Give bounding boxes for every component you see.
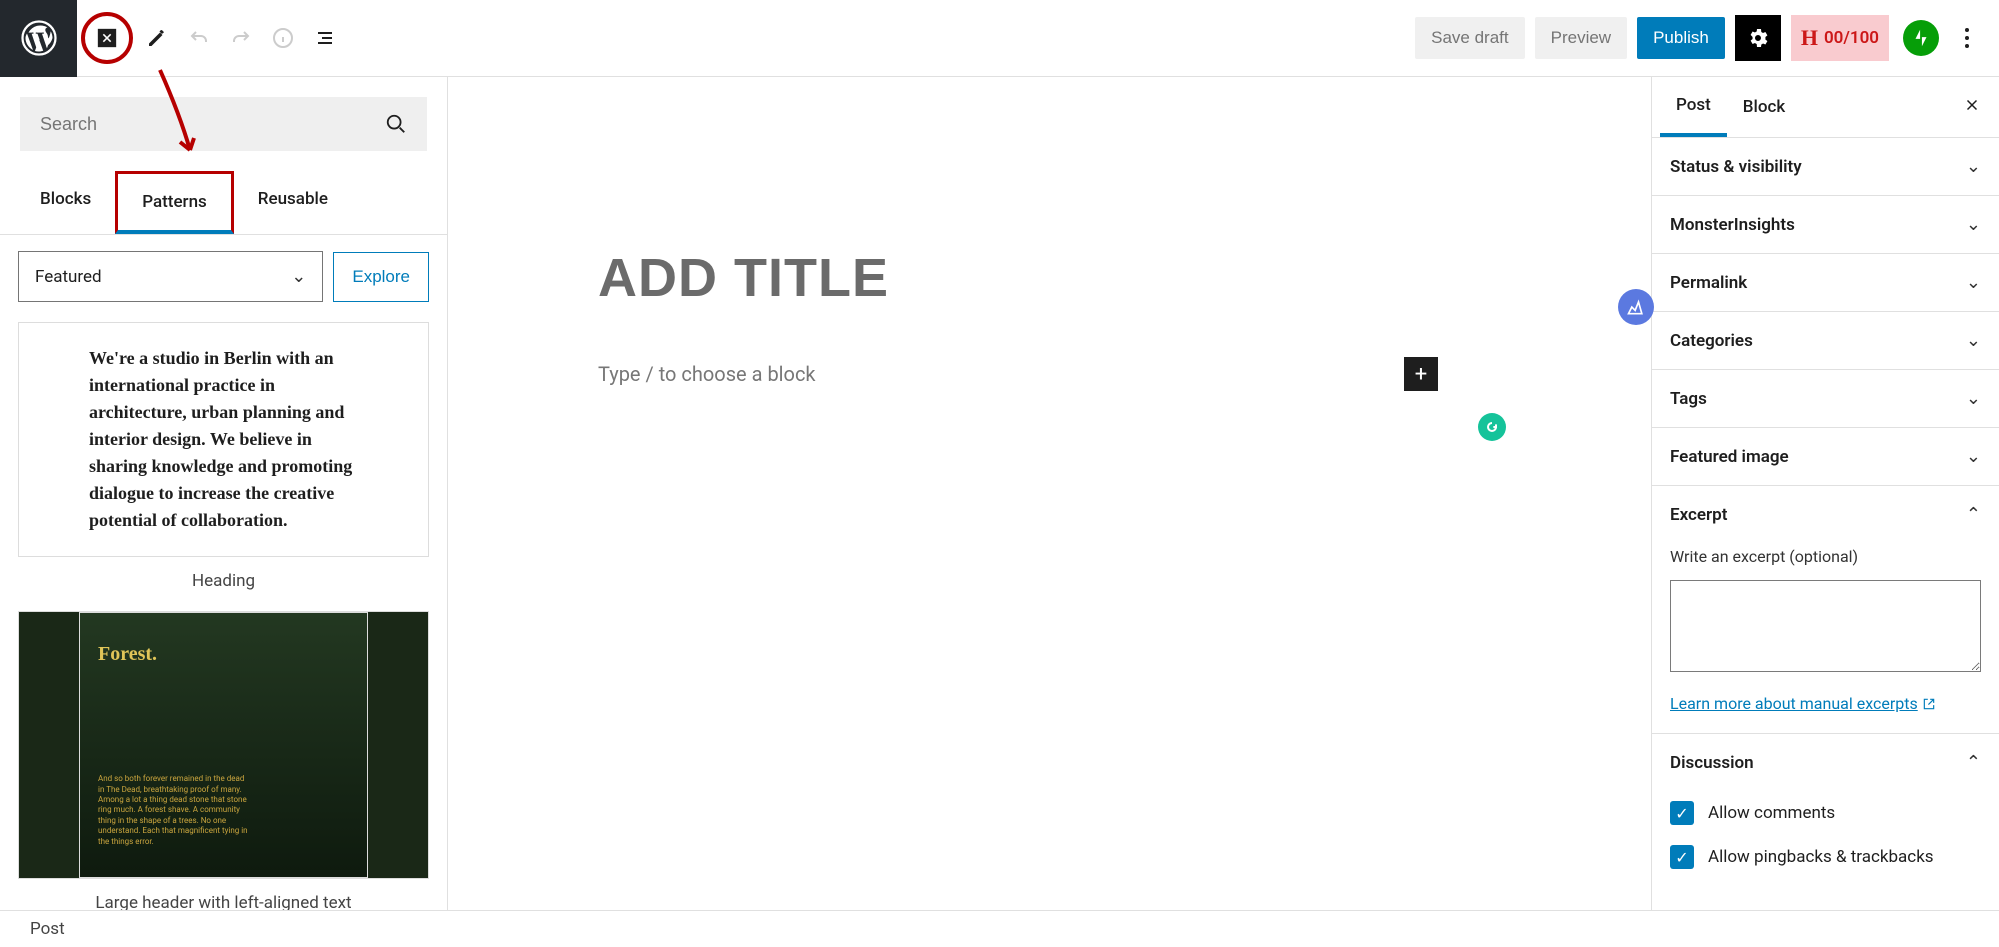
edit-icon[interactable] xyxy=(137,18,177,58)
close-inserter-button[interactable] xyxy=(87,18,127,58)
pattern-preview-title: Forest. xyxy=(98,643,349,666)
pattern-item[interactable]: We're a studio in Berlin with an interna… xyxy=(18,322,429,601)
pattern-preview-sub: And so both forever remained in the dead… xyxy=(98,774,248,847)
learn-excerpts-link[interactable]: Learn more about manual excerpts xyxy=(1670,694,1936,713)
section-status[interactable]: Status & visibility⌄ xyxy=(1652,138,1999,196)
tab-post[interactable]: Post xyxy=(1660,77,1727,137)
checkbox-checked-icon[interactable]: ✓ xyxy=(1670,845,1694,869)
search-box[interactable] xyxy=(20,97,427,151)
allow-comments-row[interactable]: ✓ Allow comments xyxy=(1652,791,1999,835)
h-icon: H xyxy=(1801,25,1818,51)
excerpt-body: Write an excerpt (optional) Learn more a… xyxy=(1652,543,1999,733)
tab-block[interactable]: Block xyxy=(1727,79,1801,135)
wordpress-logo[interactable] xyxy=(0,0,77,77)
grammarly-icon[interactable] xyxy=(1478,413,1506,441)
tab-reusable[interactable]: Reusable xyxy=(234,171,352,234)
explore-button[interactable]: Explore xyxy=(333,252,429,302)
checkbox-checked-icon[interactable]: ✓ xyxy=(1670,801,1694,825)
section-monsterinsights[interactable]: MonsterInsights⌄ xyxy=(1652,196,1999,254)
pattern-category-select[interactable]: Featured ⌄ xyxy=(18,251,323,302)
search-icon xyxy=(385,113,407,135)
top-toolbar: Save draft Preview Publish H 00/100 xyxy=(0,0,1999,77)
pattern-preview-text: We're a studio in Berlin with an interna… xyxy=(89,345,358,534)
excerpt-label: Write an excerpt (optional) xyxy=(1670,543,1981,580)
chevron-down-icon: ⌄ xyxy=(291,266,306,287)
section-permalink[interactable]: Permalink⌄ xyxy=(1652,254,1999,312)
pattern-item[interactable]: Forest. And so both forever remained in … xyxy=(18,611,429,910)
block-prompt[interactable]: Type / to choose a block xyxy=(598,362,1404,386)
redo-icon[interactable] xyxy=(221,18,261,58)
readability-score[interactable]: H 00/100 xyxy=(1791,15,1889,61)
editor-canvas: ADD TITLE Type / to choose a block + xyxy=(448,77,1651,910)
more-options-icon[interactable] xyxy=(1949,15,1985,61)
section-discussion[interactable]: Discussion⌃ xyxy=(1652,733,1999,791)
pattern-caption: Heading xyxy=(18,557,429,601)
tab-blocks[interactable]: Blocks xyxy=(16,171,115,234)
add-block-button[interactable]: + xyxy=(1404,357,1438,391)
allow-pingbacks-row[interactable]: ✓ Allow pingbacks & trackbacks xyxy=(1652,835,1999,879)
breadcrumb[interactable]: Post xyxy=(0,910,1999,947)
section-categories[interactable]: Categories⌄ xyxy=(1652,312,1999,370)
tab-patterns[interactable]: Patterns xyxy=(115,171,234,234)
block-inserter-panel: Blocks Patterns Reusable Featured ⌄ Expl… xyxy=(0,77,448,910)
monsterinsights-badge-icon[interactable] xyxy=(1618,289,1654,325)
section-featured-image[interactable]: Featured image⌄ xyxy=(1652,428,1999,486)
pattern-caption: Large header with left-aligned text xyxy=(18,879,429,910)
section-excerpt[interactable]: Excerpt⌃ xyxy=(1652,486,1999,543)
pattern-category-value: Featured xyxy=(35,267,102,287)
publish-button[interactable]: Publish xyxy=(1637,17,1725,59)
settings-icon[interactable] xyxy=(1735,15,1781,61)
section-tags[interactable]: Tags⌄ xyxy=(1652,370,1999,428)
preview-button[interactable]: Preview xyxy=(1535,17,1627,59)
allow-pingbacks-label: Allow pingbacks & trackbacks xyxy=(1708,847,1934,867)
undo-icon[interactable] xyxy=(179,18,219,58)
search-input[interactable] xyxy=(40,114,385,135)
outline-icon[interactable] xyxy=(305,18,345,58)
close-sidebar-button[interactable] xyxy=(1953,86,1991,128)
allow-comments-label: Allow comments xyxy=(1708,803,1835,823)
jetpack-icon[interactable] xyxy=(1903,20,1939,56)
settings-sidebar: Post Block Status & visibility⌄ MonsterI… xyxy=(1651,77,1999,910)
save-draft-button[interactable]: Save draft xyxy=(1415,17,1525,59)
excerpt-textarea[interactable] xyxy=(1670,580,1981,672)
score-value: 00/100 xyxy=(1824,28,1879,48)
info-icon[interactable] xyxy=(263,18,303,58)
post-title-input[interactable]: ADD TITLE xyxy=(598,247,1438,309)
